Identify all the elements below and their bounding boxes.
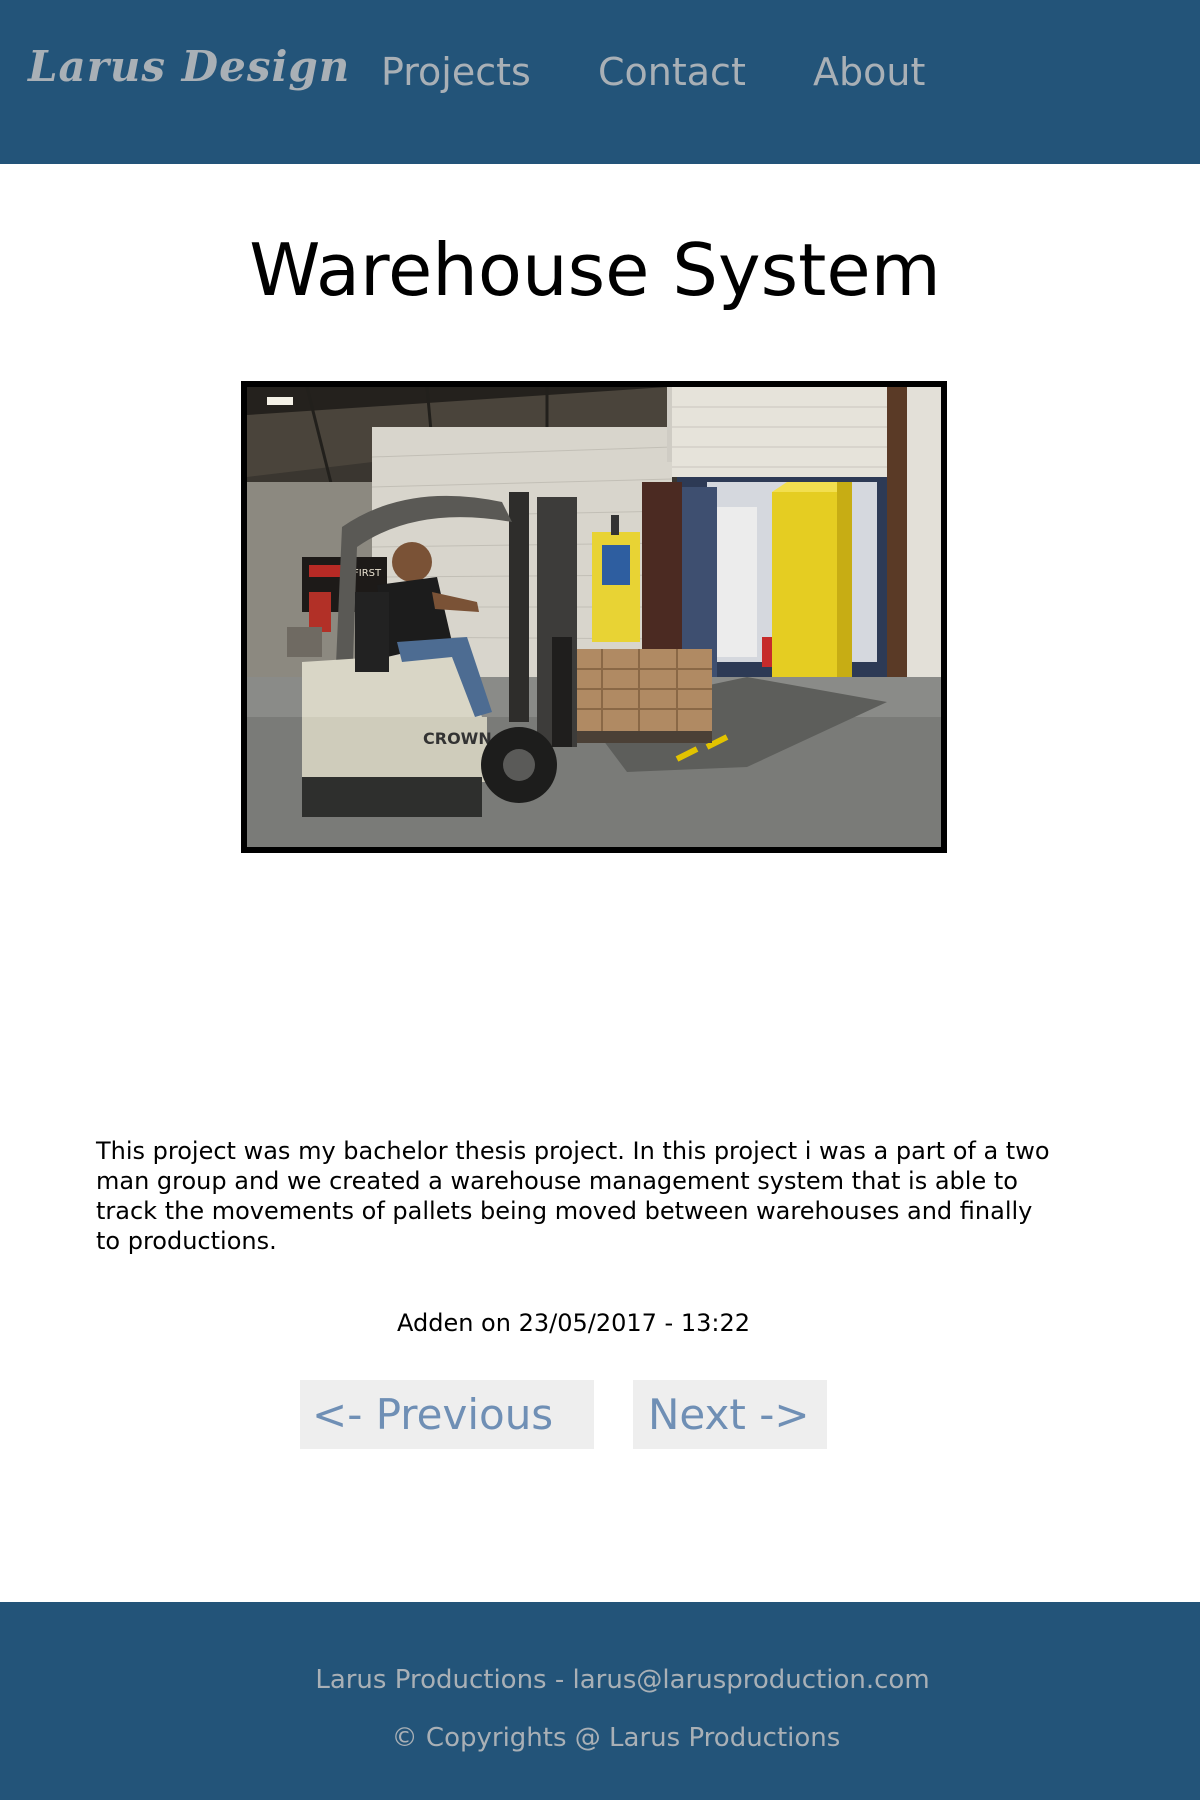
nav-about[interactable]: About [813, 50, 925, 94]
first-sign-text: FIRST [353, 568, 382, 579]
warehouse-forklift-image: FIRST CROWN [247, 387, 941, 847]
forklift-brand-text: CROWN [423, 729, 492, 748]
project-description: This project was my bachelor thesis proj… [96, 1137, 1050, 1255]
nav-contact[interactable]: Contact [598, 50, 746, 94]
site-header: Larus Design Projects Contact About [0, 0, 1200, 164]
page-title: Warehouse System [249, 228, 941, 312]
site-footer: Larus Productions - larus@larusproductio… [0, 1602, 1200, 1800]
nav-projects[interactable]: Projects [381, 50, 531, 94]
next-button[interactable]: Next -> [633, 1380, 827, 1449]
brand-logo[interactable]: Larus Design [28, 42, 350, 91]
added-timestamp: Adden on 23/05/2017 - 13:22 [396, 1309, 750, 1337]
previous-button[interactable]: <- Previous [300, 1380, 594, 1449]
footer-contact: Larus Productions - larus@larusproductio… [315, 1665, 930, 1695]
footer-copyright: © Copyrights @ Larus Productions [391, 1723, 841, 1753]
project-photo: FIRST CROWN [241, 381, 947, 853]
